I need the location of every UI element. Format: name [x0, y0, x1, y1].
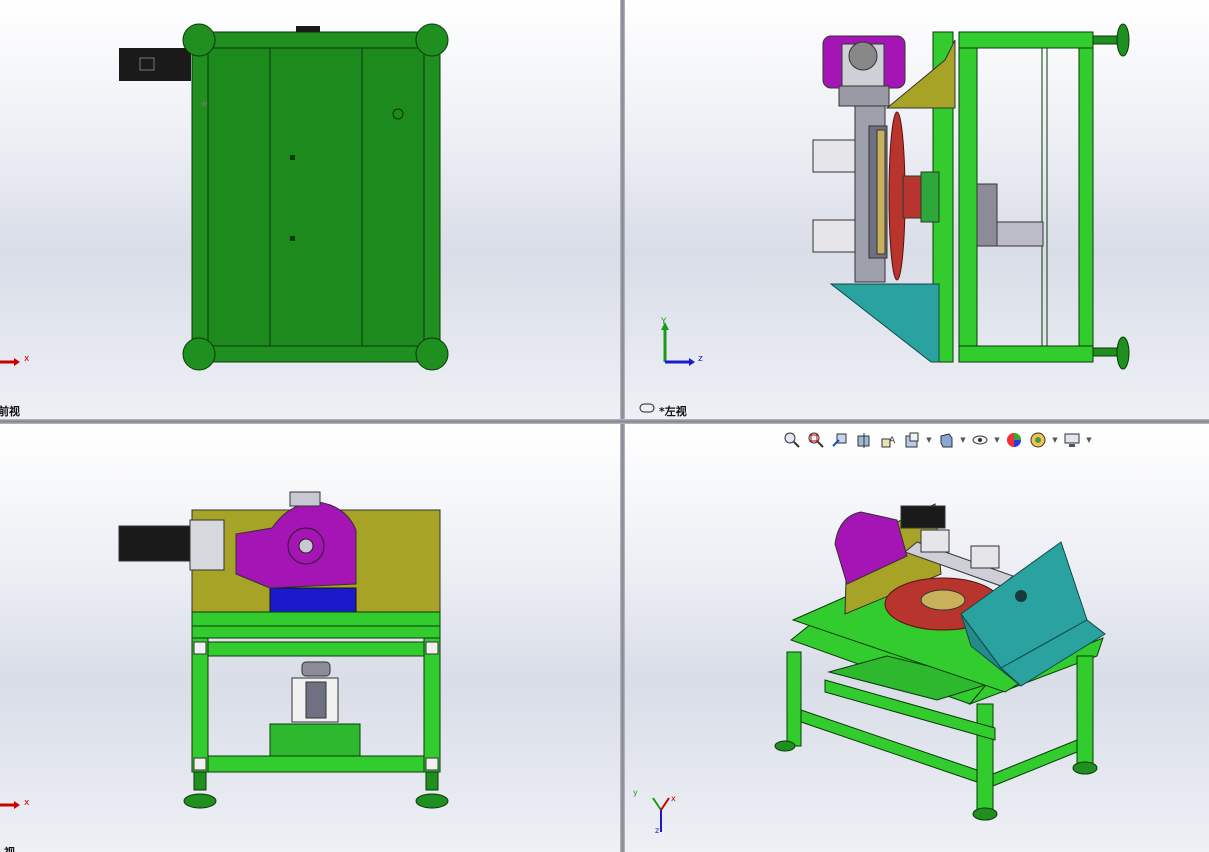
- view-label-top: 前视: [0, 405, 20, 418]
- table-plate: [207, 47, 425, 347]
- viewport-isometric[interactable]: A ▼ ▼ ▼ ▼ ▼ y x z: [625, 424, 1209, 852]
- link-icon: [639, 403, 655, 413]
- top-view-model[interactable]: ✳: [0, 0, 620, 419]
- viewport-splitter-vertical[interactable]: [620, 0, 625, 852]
- viewport-splitter-horizontal[interactable]: [0, 419, 1209, 424]
- x-axis-label: x: [24, 354, 30, 364]
- teal-bracket: [829, 283, 940, 363]
- foot-bottom-left: [182, 337, 216, 371]
- view-label-left: *左视: [659, 405, 687, 418]
- iso-y-axis-arrow: [652, 797, 662, 811]
- left-view-model[interactable]: [625, 0, 1209, 419]
- foot-bottom-right: [415, 337, 449, 371]
- viewport-top[interactable]: ✳ x 前视: [0, 0, 620, 419]
- z-axis-label: z: [698, 354, 703, 364]
- viewport-front[interactable]: x 视: [0, 424, 620, 852]
- isometric-view-model[interactable]: [625, 424, 1209, 852]
- viewport-left[interactable]: Y z *左视: [625, 0, 1209, 419]
- iso-y-axis-label: y: [633, 788, 638, 797]
- foot-top-left: [182, 23, 216, 57]
- svg-text:✳: ✳: [200, 99, 208, 110]
- y-axis-label: Y: [661, 317, 667, 327]
- front-view-model[interactable]: [0, 424, 620, 852]
- foot-top-right: [415, 23, 449, 57]
- motor-body: [119, 48, 191, 81]
- view-label-front: 视: [4, 844, 15, 852]
- iso-z-axis-label: z: [655, 826, 660, 835]
- x-axis-label-front: x: [24, 798, 30, 808]
- iso-x-axis-arrow: [660, 797, 670, 811]
- iso-x-axis-label: x: [671, 794, 676, 803]
